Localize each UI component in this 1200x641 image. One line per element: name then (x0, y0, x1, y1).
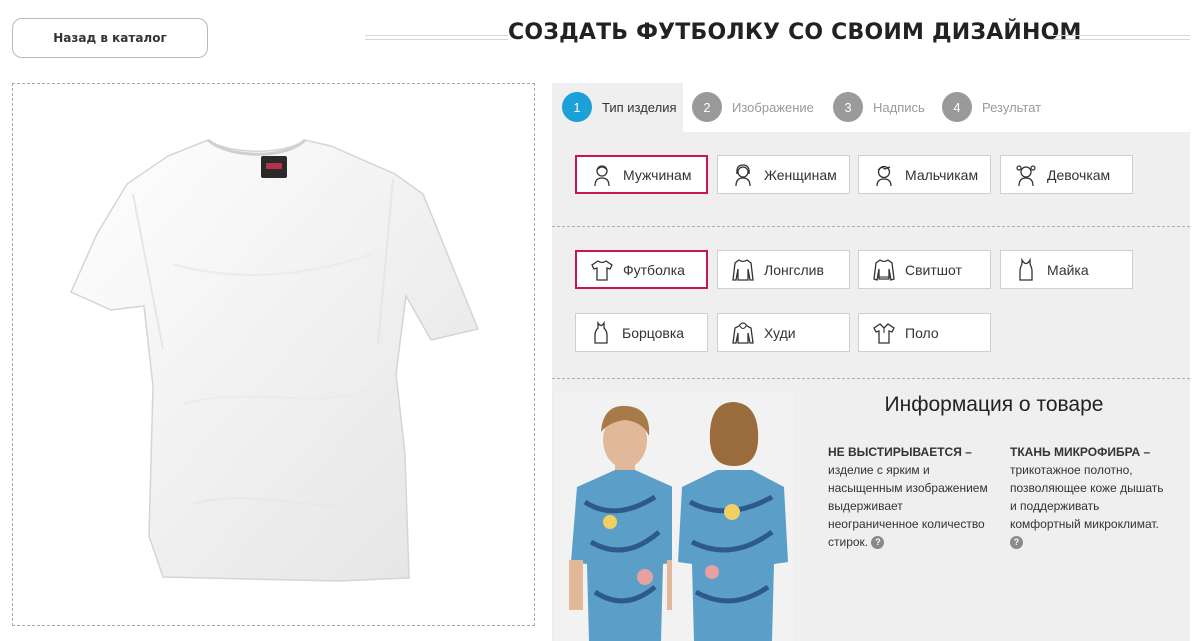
product-tshirt-button[interactable]: Футболка (575, 250, 708, 289)
page-title: СОЗДАТЬ ФУТБОЛКУ СО СВОИМ ДИЗАЙНОМ (508, 20, 1082, 45)
longsleeve-icon (732, 258, 754, 281)
hoodie-icon (732, 321, 754, 344)
product-label: Майка (1047, 261, 1089, 278)
help-icon[interactable]: ? (871, 536, 885, 550)
audience-girls-button[interactable]: Девочкам (1000, 155, 1133, 194)
section-divider (552, 378, 1190, 379)
woman-icon (735, 163, 751, 186)
sweatshirt-icon (873, 258, 895, 281)
product-hoodie-button[interactable]: Худи (717, 313, 850, 352)
product-label: Лонгслив (764, 261, 824, 278)
tshirt-preview-image (70, 138, 480, 582)
info-washable-heading: НЕ ВЫСТИРЫВАЕТСЯ – (828, 445, 972, 459)
audience-women-button[interactable]: Женщинам (717, 155, 850, 194)
step-result[interactable]: 4 Результат (942, 92, 1041, 122)
product-longsleeve-button[interactable]: Лонгслив (717, 250, 850, 289)
step-number: 1 (562, 92, 592, 122)
audience-label: Женщинам (764, 166, 837, 183)
product-label: Худи (764, 324, 796, 341)
step-number: 2 (692, 92, 722, 122)
product-tanktop-button[interactable]: Майка (1000, 250, 1133, 289)
step-label: Тип изделия (602, 99, 677, 115)
section-divider (552, 226, 1190, 227)
boy-icon (876, 165, 892, 186)
info-microfiber-text: трикотажное полотно, позволяющее коже ды… (1010, 463, 1164, 531)
audience-label: Мальчикам (905, 166, 979, 183)
girl-icon (1016, 164, 1036, 186)
model-back-photo (672, 392, 792, 641)
product-polo-button[interactable]: Поло (858, 313, 991, 352)
audience-men-button[interactable]: Мужчинам (575, 155, 708, 194)
info-washable-text: изделие с ярким и насыщенным изображение… (828, 463, 988, 549)
title-decor-left (365, 35, 508, 40)
title-decor-right (1048, 35, 1190, 40)
product-label: Борцовка (622, 324, 685, 341)
step-label: Результат (982, 99, 1042, 115)
step-label: Изображение (732, 99, 814, 115)
man-icon (594, 164, 610, 186)
audience-label: Мужчинам (623, 166, 692, 183)
design-canvas[interactable] (12, 83, 535, 626)
back-to-catalog-button[interactable]: Назад в каталог (12, 18, 208, 58)
product-info-title: Информация о товаре (884, 393, 1104, 416)
product-label: Поло (905, 324, 939, 341)
step-number: 4 (942, 92, 972, 122)
step-product-type[interactable]: 1 Тип изделия (562, 92, 677, 122)
product-racerback-button[interactable]: Борцовка (575, 313, 708, 352)
step-label: Надпись (873, 99, 925, 115)
product-label: Свитшот (905, 261, 962, 278)
step-caption[interactable]: 3 Надпись (833, 92, 925, 122)
audience-label: Девочкам (1047, 166, 1111, 183)
product-sweatshirt-button[interactable]: Свитшот (858, 250, 991, 289)
step-number: 3 (833, 92, 863, 122)
help-icon[interactable]: ? (1010, 536, 1023, 550)
info-microfiber: ТКАНЬ МИКРОФИБРА – трикотажное полотно, … (1010, 443, 1170, 551)
step-image[interactable]: 2 Изображение (692, 92, 814, 122)
info-microfiber-heading: ТКАНЬ МИКРОФИБРА – (1010, 445, 1151, 459)
racerback-icon (594, 320, 608, 344)
info-washable: НЕ ВЫСТИРЫВАЕТСЯ – изделие с ярким и нас… (828, 443, 988, 551)
product-label: Футболка (623, 261, 685, 278)
tshirt-icon (591, 259, 613, 281)
tanktop-icon (1019, 257, 1033, 281)
polo-icon (873, 322, 895, 344)
audience-boys-button[interactable]: Мальчикам (858, 155, 991, 194)
